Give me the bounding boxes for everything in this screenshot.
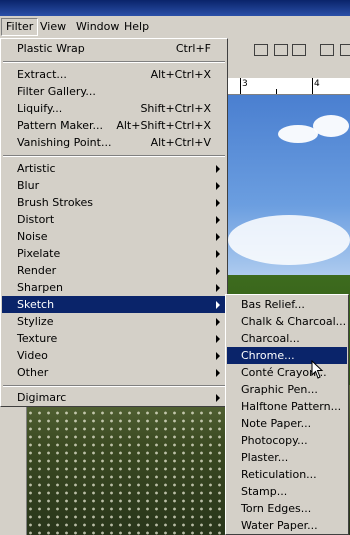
submenu-arrow-icon	[216, 165, 220, 173]
distribute-icon[interactable]	[320, 44, 334, 56]
menu-separator	[3, 385, 225, 387]
submenu-item-torn-edges[interactable]: Torn Edges...	[227, 500, 347, 517]
submenu-arrow-icon	[216, 394, 220, 402]
align-right-icon[interactable]	[292, 44, 306, 56]
submenu-item-water-paper[interactable]: Water Paper...	[227, 517, 347, 534]
submenu-item-conte-crayon[interactable]: Conté Crayon...	[227, 364, 347, 381]
submenu-item-note-paper[interactable]: Note Paper...	[227, 415, 347, 432]
submenu-arrow-icon	[216, 216, 220, 224]
mouse-pointer-icon	[311, 360, 324, 379]
menu-item-vanishing-point[interactable]: Vanishing Point... Alt+Ctrl+V	[2, 134, 226, 151]
menu-item-sharpen[interactable]: Sharpen	[2, 279, 226, 296]
ruler-tick	[240, 78, 241, 94]
menu-item-digimarc[interactable]: Digimarc	[2, 389, 226, 406]
menu-item-render[interactable]: Render	[2, 262, 226, 279]
ruler-mark-4: 4	[314, 79, 320, 89]
menu-item-video[interactable]: Video	[2, 347, 226, 364]
menu-separator	[3, 61, 225, 63]
cloud	[313, 115, 349, 137]
menu-help[interactable]: Help	[120, 19, 153, 35]
cloud	[278, 125, 318, 143]
menu-item-filter-gallery[interactable]: Filter Gallery...	[2, 83, 226, 100]
menu-item-artistic[interactable]: Artistic	[2, 160, 226, 177]
menu-view[interactable]: View	[36, 19, 70, 35]
menu-item-liquify[interactable]: Liquify... Shift+Ctrl+X	[2, 100, 226, 117]
filter-menu: Plastic Wrap Ctrl+F Extract... Alt+Ctrl+…	[0, 38, 228, 407]
submenu-item-charcoal[interactable]: Charcoal...	[227, 330, 347, 347]
menu-bar: Filter View Window Help	[0, 16, 350, 39]
submenu-item-plaster[interactable]: Plaster...	[227, 449, 347, 466]
submenu-arrow-icon	[216, 182, 220, 190]
menu-item-other[interactable]: Other	[2, 364, 226, 381]
menu-item-plastic-wrap[interactable]: Plastic Wrap Ctrl+F	[2, 40, 226, 57]
submenu-arrow-icon	[216, 335, 220, 343]
menu-window[interactable]: Window	[72, 19, 123, 35]
workspace-margin	[0, 407, 27, 535]
menu-item-extract[interactable]: Extract... Alt+Ctrl+X	[2, 66, 226, 83]
align-center-icon[interactable]	[274, 44, 288, 56]
submenu-arrow-icon	[216, 318, 220, 326]
submenu-item-chrome[interactable]: Chrome...	[227, 347, 347, 364]
submenu-arrow-icon	[216, 233, 220, 241]
align-icon[interactable]	[254, 44, 268, 56]
submenu-arrow-icon	[216, 352, 220, 360]
submenu-item-graphic-pen[interactable]: Graphic Pen...	[227, 381, 347, 398]
menu-separator	[3, 155, 225, 157]
submenu-item-photocopy[interactable]: Photocopy...	[227, 432, 347, 449]
menu-item-sketch[interactable]: Sketch	[2, 296, 226, 313]
submenu-arrow-icon	[216, 284, 220, 292]
ruler-tick	[312, 78, 313, 94]
submenu-arrow-icon	[216, 250, 220, 258]
menu-item-pattern-maker[interactable]: Pattern Maker... Alt+Shift+Ctrl+X	[2, 117, 226, 134]
menu-filter[interactable]: Filter	[1, 18, 39, 36]
submenu-arrow-icon	[216, 369, 220, 377]
submenu-item-stamp[interactable]: Stamp...	[227, 483, 347, 500]
menu-item-brush-strokes[interactable]: Brush Strokes	[2, 194, 226, 211]
menu-item-noise[interactable]: Noise	[2, 228, 226, 245]
window-title-bar	[0, 0, 350, 16]
options-toolbar	[228, 38, 350, 62]
ruler-mark-3: 3	[242, 79, 248, 89]
submenu-item-bas-relief[interactable]: Bas Relief...	[227, 296, 347, 313]
menu-item-pixelate[interactable]: Pixelate	[2, 245, 226, 262]
menu-item-texture[interactable]: Texture	[2, 330, 226, 347]
submenu-item-halftone-pattern[interactable]: Halftone Pattern...	[227, 398, 347, 415]
cloud	[228, 215, 350, 265]
submenu-item-chalk-charcoal[interactable]: Chalk & Charcoal...	[227, 313, 347, 330]
menu-item-blur[interactable]: Blur	[2, 177, 226, 194]
sketch-submenu: Bas Relief... Chalk & Charcoal... Charco…	[225, 294, 349, 535]
submenu-arrow-icon	[216, 267, 220, 275]
distribute-center-icon[interactable]	[340, 44, 350, 56]
ruler-tick	[276, 89, 277, 94]
submenu-item-reticulation[interactable]: Reticulation...	[227, 466, 347, 483]
menu-item-stylize[interactable]: Stylize	[2, 313, 226, 330]
submenu-arrow-icon	[216, 301, 220, 309]
submenu-arrow-icon	[216, 199, 220, 207]
menu-item-distort[interactable]: Distort	[2, 211, 226, 228]
horizontal-ruler: 3 4	[228, 78, 350, 95]
